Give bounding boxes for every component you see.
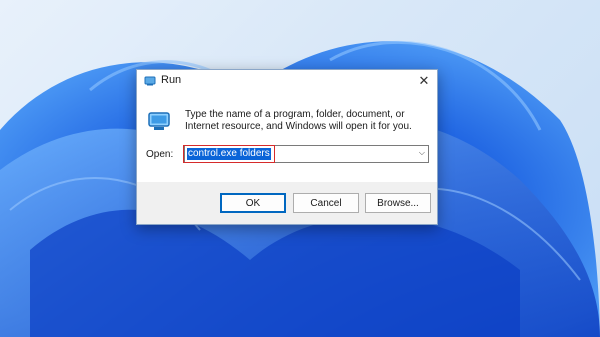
dialog-body: Type the name of a program, folder, docu… — [137, 92, 437, 182]
dialog-title: Run — [161, 74, 182, 86]
open-input-value[interactable]: control.exe folders — [187, 148, 271, 160]
open-combobox[interactable]: control.exe folders ⌵ — [184, 145, 429, 163]
close-icon: ✕ — [418, 73, 430, 88]
desktop: Run ✕ Type the name of a program, folder… — [0, 0, 600, 337]
dialog-description: Type the name of a program, folder, docu… — [185, 109, 412, 132]
cancel-button[interactable]: Cancel — [293, 193, 359, 213]
close-button[interactable]: ✕ — [411, 70, 437, 92]
chevron-down-icon[interactable]: ⌵ — [419, 148, 425, 158]
ok-button[interactable]: OK — [220, 193, 286, 213]
run-program-icon — [148, 112, 170, 130]
run-icon — [144, 76, 156, 86]
browse-button[interactable]: Browse... — [365, 193, 431, 213]
run-dialog: Run ✕ Type the name of a program, folder… — [136, 69, 438, 225]
title-bar[interactable]: Run ✕ — [137, 70, 437, 92]
open-label: Open: — [146, 149, 174, 160]
